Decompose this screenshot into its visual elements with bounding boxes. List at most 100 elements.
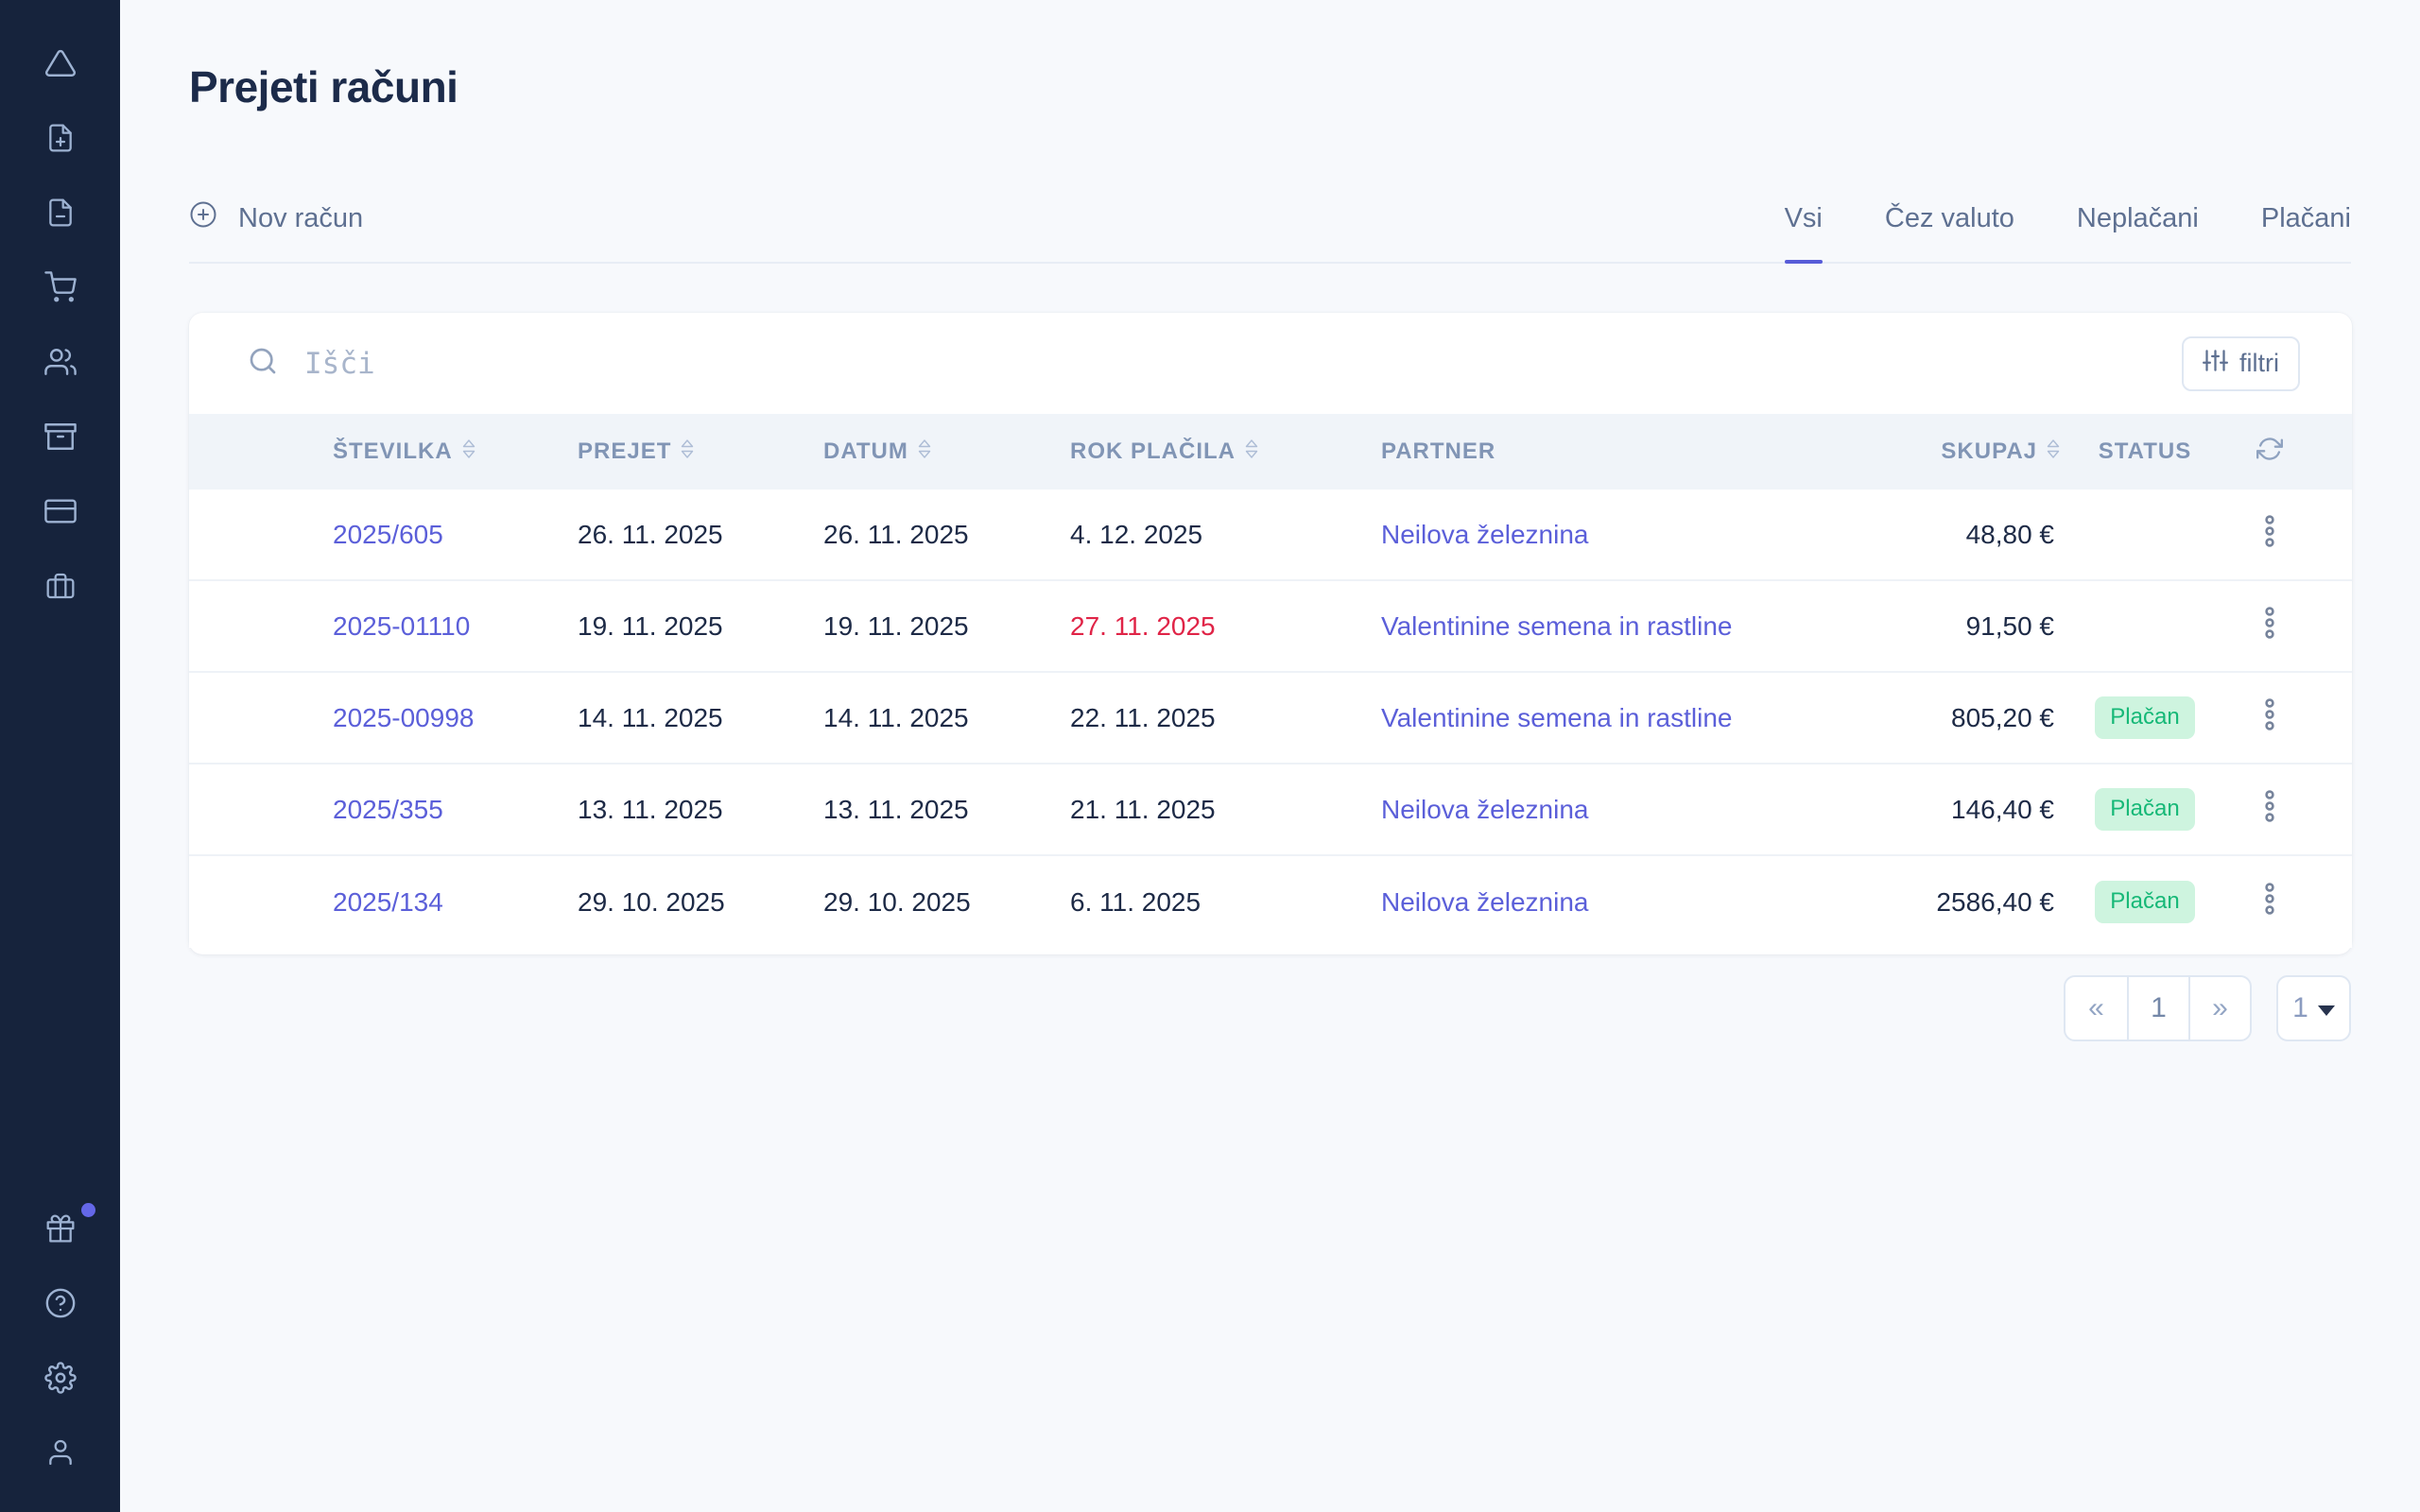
sidebar-item-partners[interactable] [44, 348, 77, 380]
row-menu-button[interactable] [2230, 883, 2309, 921]
row-menu-button[interactable] [2230, 698, 2309, 737]
user-icon [45, 1437, 76, 1472]
tab-label: Čez valuto [1885, 203, 2014, 234]
filters-label: filtri [2239, 349, 2279, 378]
sidebar-item-inventory[interactable] [44, 422, 77, 455]
invoice-list-card: filtri ŠTEVILKA PREJET DATUM ROK PLAČILA [189, 313, 2352, 954]
kebab-icon [2264, 698, 2275, 737]
page-size-dropdown[interactable]: 1 [2276, 975, 2351, 1041]
partner-link[interactable]: Valentinine semena in rastline [1381, 703, 1795, 733]
new-invoice-button[interactable]: Nov račun [189, 200, 363, 236]
row-menu-button[interactable] [2230, 515, 2309, 554]
invoice-number-link[interactable]: 2025-01110 [333, 611, 578, 642]
sidebar-item-orders[interactable] [44, 273, 77, 305]
kebab-icon [2264, 515, 2275, 554]
gift-icon [45, 1213, 76, 1248]
tab-label: Vsi [1785, 203, 1823, 234]
active-tab-underline [1785, 260, 1823, 264]
table-header: ŠTEVILKA PREJET DATUM ROK PLAČILA PARTNE… [189, 414, 2352, 490]
column-header-prejet[interactable]: PREJET [578, 438, 823, 466]
tab-bar: Vsi Čez valuto Neplačani Plačani [1785, 175, 2351, 262]
search-row: filtri [189, 313, 2352, 414]
partner-link[interactable]: Valentinine semena in rastline [1381, 611, 1795, 642]
search-icon [248, 346, 278, 381]
sliders-icon [2203, 348, 2228, 380]
page-group: « 1 » [2064, 975, 2252, 1041]
column-header-stevilka[interactable]: ŠTEVILKA [333, 438, 578, 466]
sidebar-item-new-document[interactable] [44, 124, 77, 156]
row-menu-button[interactable] [2230, 790, 2309, 829]
users-icon [44, 346, 77, 383]
column-label: PARTNER [1381, 438, 1495, 465]
partner-link[interactable]: Neilova železnina [1381, 520, 1795, 550]
sidebar-item-business[interactable] [44, 572, 77, 604]
status-cell: Plačan [2060, 881, 2230, 923]
sidebar-item-settings[interactable] [44, 1364, 77, 1396]
due-date: 21. 11. 2025 [1070, 795, 1381, 825]
invoice-number-link[interactable]: 2025/355 [333, 795, 578, 825]
archive-icon [44, 421, 77, 457]
partner-link[interactable]: Neilova železnina [1381, 887, 1795, 918]
received-date: 14. 11. 2025 [578, 703, 823, 733]
sidebar-item-whats-new[interactable] [44, 1214, 77, 1246]
tab-vsi[interactable]: Vsi [1785, 175, 1823, 262]
column-header-status: STATUS [2060, 438, 2230, 465]
table-row: 2025/134 29. 10. 2025 29. 10. 2025 6. 11… [189, 856, 2352, 948]
sidebar-item-payments[interactable] [44, 497, 77, 529]
invoice-number-link[interactable]: 2025/605 [333, 520, 578, 550]
due-date: 4. 12. 2025 [1070, 520, 1381, 550]
sidebar-item-received-documents[interactable] [44, 198, 77, 231]
caret-down-icon [2318, 1005, 2335, 1016]
column-label: SKUPAJ [1941, 438, 2037, 465]
invoice-date: 19. 11. 2025 [823, 611, 1070, 642]
sidebar [0, 0, 120, 1512]
column-header-datum[interactable]: DATUM [823, 438, 1070, 466]
toolbar: Nov račun Vsi Čez valuto Neplačani Plača… [189, 175, 2351, 264]
sidebar-item-account[interactable] [44, 1438, 77, 1470]
total-amount: 91,50 € [1795, 611, 2060, 642]
next-page-button[interactable]: » [2188, 977, 2250, 1040]
plus-circle-icon [189, 200, 217, 236]
due-date: 22. 11. 2025 [1070, 703, 1381, 733]
tab-neplacani[interactable]: Neplačani [2077, 175, 2199, 262]
sidebar-item-home[interactable] [44, 49, 77, 81]
filters-button[interactable]: filtri [2182, 336, 2300, 391]
sidebar-item-help[interactable] [44, 1289, 77, 1321]
help-circle-icon [44, 1287, 77, 1324]
file-minus-icon [45, 198, 76, 232]
search-input[interactable] [304, 347, 2182, 381]
current-page[interactable]: 1 [2127, 977, 2188, 1040]
received-date: 13. 11. 2025 [578, 795, 823, 825]
tab-placani[interactable]: Plačani [2261, 175, 2351, 262]
sort-icon [2047, 438, 2060, 466]
invoice-date: 29. 10. 2025 [823, 887, 1070, 918]
refresh-icon [2256, 436, 2283, 469]
kebab-icon [2264, 790, 2275, 829]
pagination: « 1 » 1 [2064, 975, 2351, 1041]
status-cell: Plačan [2060, 696, 2230, 739]
column-header-partner: PARTNER [1381, 438, 1795, 465]
tab-label: Neplačani [2077, 203, 2199, 234]
invoice-date: 13. 11. 2025 [823, 795, 1070, 825]
partner-link[interactable]: Neilova železnina [1381, 795, 1795, 825]
invoice-number-link[interactable]: 2025/134 [333, 887, 578, 918]
refresh-button[interactable] [2230, 436, 2309, 469]
prev-page-button[interactable]: « [2066, 977, 2127, 1040]
received-date: 29. 10. 2025 [578, 887, 823, 918]
new-invoice-label: Nov račun [238, 203, 363, 234]
sidebar-nav-bottom [44, 1214, 77, 1512]
briefcase-icon [45, 571, 76, 606]
status-badge-paid: Plačan [2095, 696, 2194, 739]
invoice-number-link[interactable]: 2025-00998 [333, 703, 578, 733]
invoice-date: 14. 11. 2025 [823, 703, 1070, 733]
column-header-rok-placila[interactable]: ROK PLAČILA [1070, 438, 1381, 466]
kebab-icon [2264, 883, 2275, 921]
table-row: 2025-01110 19. 11. 2025 19. 11. 2025 27.… [189, 581, 2352, 673]
column-label: DATUM [823, 438, 908, 465]
tab-cez-valuto[interactable]: Čez valuto [1885, 175, 2014, 262]
column-header-skupaj[interactable]: SKUPAJ [1795, 438, 2060, 466]
kebab-icon [2264, 607, 2275, 645]
row-menu-button[interactable] [2230, 607, 2309, 645]
status-cell: Plačan [2060, 788, 2230, 831]
sort-icon [681, 438, 694, 466]
